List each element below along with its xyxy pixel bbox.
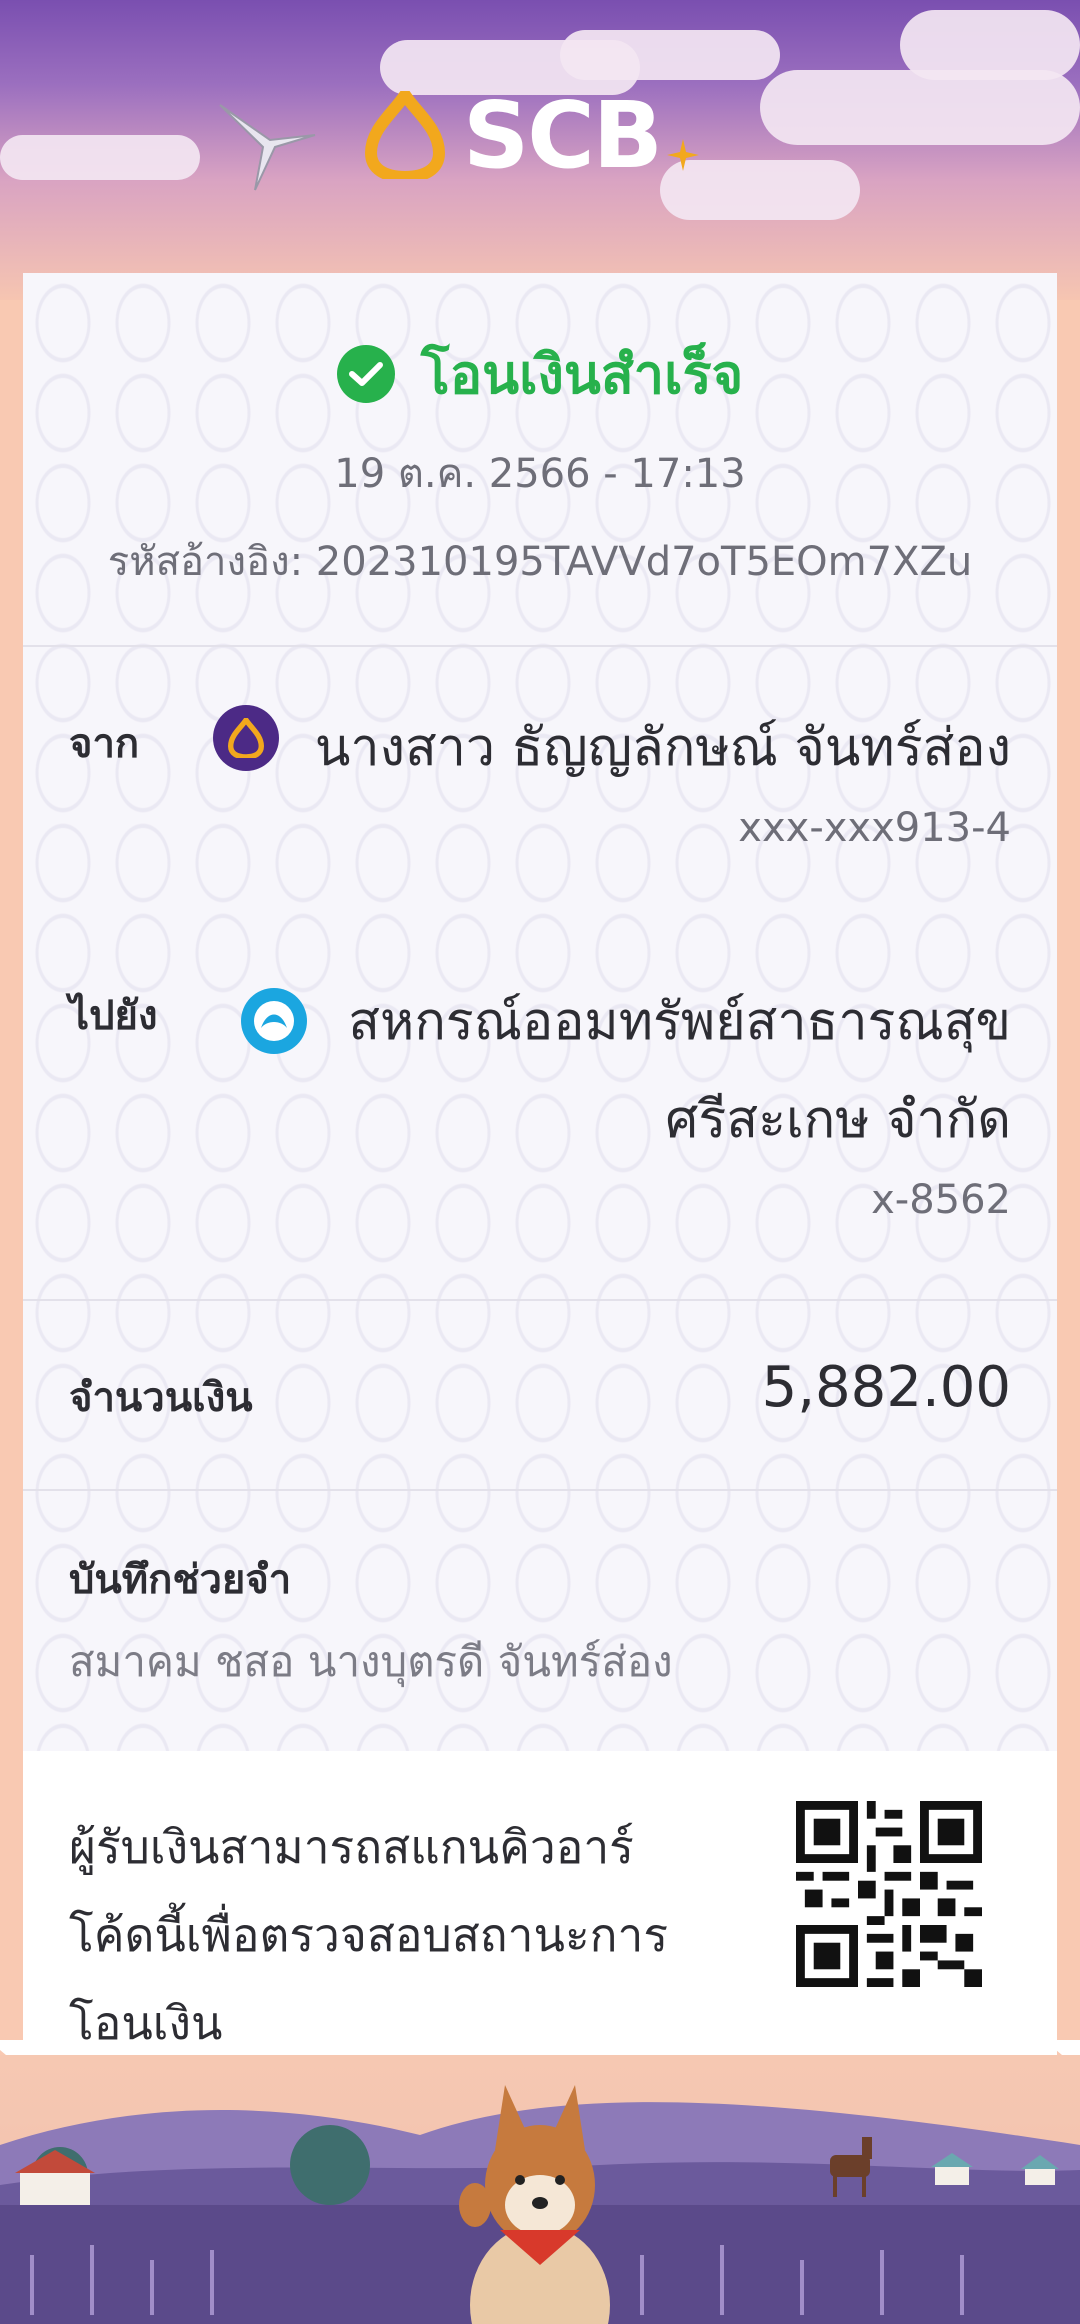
- sender-name: นางสาว ธัญญลักษณ์ จันทร์ส่อง: [314, 718, 1011, 778]
- header-banner: SCB: [0, 0, 1080, 300]
- recipient-account: x-8562: [871, 1177, 1011, 1223]
- sender-account: xxx-xxx913-4: [738, 805, 1011, 851]
- transaction-datetime: 19 ต.ค. 2566 - 17:13: [334, 451, 746, 497]
- qr-instruction-line2: โค้ดนี้เพื่อตรวจสอบสถานะการ: [69, 1908, 669, 1962]
- scb-logo-icon: [365, 91, 445, 179]
- recipient-name-line2: ศรีสะเกษ จำกัด: [665, 1090, 1011, 1150]
- check-circle-icon: [336, 345, 395, 403]
- memo-value: สมาคม ชสอ นางบุตรดี จันทร์ส่อง: [69, 1637, 673, 1686]
- krungthai-bank-icon: [241, 988, 307, 1054]
- status-title: โอนเงินสำเร็จ: [420, 343, 744, 406]
- status-header: โอนเงินสำเร็จ: [23, 331, 1057, 417]
- bird-icon: [219, 104, 316, 191]
- amount-label: จำนวนเงิน: [69, 1375, 253, 1421]
- sparkle-icon: [666, 139, 699, 171]
- scb-bank-icon: [213, 705, 279, 771]
- from-label: จาก: [69, 721, 140, 767]
- brand-name: SCB: [463, 81, 663, 189]
- qr-instruction-line1: ผู้รับเงินสามารถสแกนคิวอาร์: [69, 1820, 634, 1874]
- amount-value: 5,882.00: [761, 1355, 1011, 1420]
- qr-instruction: ผู้รับเงินสามารถสแกนคิวอาร์ โค้ดนี้เพื่อ…: [69, 1803, 709, 2055]
- divider: [23, 1489, 1057, 1491]
- scb-logo: SCB: [365, 82, 701, 189]
- recipient-name-line1: สหกรณ์ออมทรัพย์สาธารณสุข: [348, 992, 1011, 1052]
- qr-code[interactable]: [796, 1801, 982, 1987]
- divider: [23, 1299, 1057, 1301]
- landscape-illustration: [0, 2055, 1080, 2324]
- reference-code: รหัสอ้างอิง: 202310195TAVVd7oT5EOm7XZu: [107, 539, 973, 585]
- qr-section: ผู้รับเงินสามารถสแกนคิวอาร์ โค้ดนี้เพื่อ…: [23, 1751, 1057, 2055]
- transfer-receipt: โอนเงินสำเร็จ 19 ต.ค. 2566 - 17:13 รหัสอ…: [23, 273, 1057, 2055]
- divider: [23, 645, 1057, 647]
- to-label: ไปยัง: [69, 993, 158, 1039]
- memo-label: บันทึกช่วยจำ: [69, 1557, 292, 1603]
